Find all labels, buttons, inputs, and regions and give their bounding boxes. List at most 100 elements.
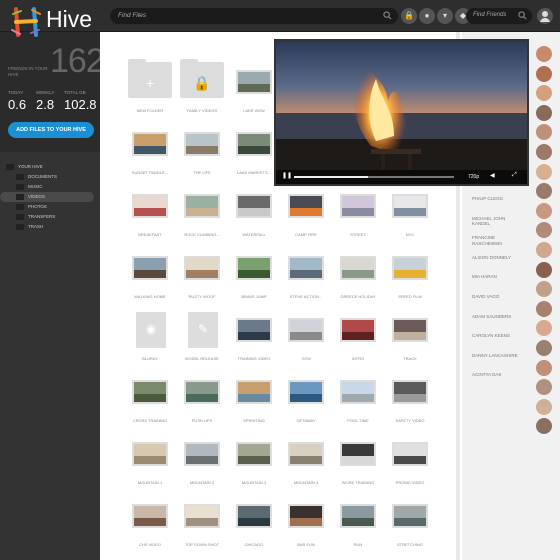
friend-name[interactable]: DANNY LANCASHIRE	[472, 353, 522, 359]
friend-avatar[interactable]	[536, 340, 552, 356]
file-tile[interactable]: 🔒 FAMILY VIDEOS	[176, 59, 228, 116]
friend-name[interactable]: ALISON DONNELY	[472, 255, 522, 261]
file-tile[interactable]: SAFETY VIDEO	[384, 380, 436, 426]
chevron-down-button[interactable]: ▾	[437, 8, 453, 24]
file-tile[interactable]: + NEW FOLDER	[124, 59, 176, 116]
friend-avatar[interactable]	[536, 163, 552, 180]
tree-item[interactable]: TRASH	[0, 222, 100, 232]
file-tile[interactable]: WALKING HOME	[124, 256, 176, 302]
file-tile[interactable]: RUN	[332, 504, 384, 550]
folder-icon	[16, 174, 24, 180]
friend-name[interactable]: ADAM SAUNDERS	[472, 314, 522, 320]
file-label: TOP DOWN SHOT	[184, 542, 220, 547]
video-thumbnail	[236, 318, 272, 342]
file-tile[interactable]: BAR FUN	[280, 504, 332, 550]
file-tile[interactable]: STEVE ACTION...	[280, 256, 332, 302]
file-tile[interactable]: PUSH UPS	[176, 380, 228, 426]
friend-avatar[interactable]	[536, 242, 552, 258]
friend-avatar[interactable]	[536, 104, 552, 121]
eye-button[interactable]: ●	[419, 8, 435, 24]
quality-label[interactable]: 720p	[468, 174, 479, 180]
file-tile[interactable]: GYM	[280, 318, 332, 364]
friend-name[interactable]: FRANCINE RASCHEWSKI	[472, 235, 522, 246]
video-thumbnail	[236, 70, 272, 94]
file-tile[interactable]: BRAVE JUMP	[228, 256, 280, 302]
tree-item[interactable]: PHOTOS	[0, 202, 100, 212]
friend-name[interactable]: DAVID VAGO	[472, 294, 522, 300]
file-label: SAFETY VIDEO	[395, 418, 425, 423]
file-tile[interactable]: MOUNTAIN 1	[124, 442, 176, 488]
stat-value: 102.8	[64, 97, 97, 112]
file-tile[interactable]: STREET	[332, 194, 384, 240]
tree-item[interactable]: VIDEOS	[0, 192, 94, 202]
video-thumbnail	[340, 318, 376, 342]
tree-item[interactable]: YOUR HIVE	[0, 162, 100, 172]
friend-avatar[interactable]	[536, 398, 552, 415]
file-tile[interactable]: RUSTY WOOF	[176, 256, 228, 302]
volume-icon[interactable]: ◀	[490, 172, 495, 179]
friend-name[interactable]: PHILIP CLEGG	[472, 196, 522, 202]
file-tile[interactable]: MOUNTAIN 4	[280, 442, 332, 488]
file-tile[interactable]: GREECE HOLIDAY	[332, 256, 384, 302]
file-tile[interactable]: SPEED FILM	[384, 256, 436, 302]
search-icon[interactable]	[383, 11, 392, 20]
file-tile[interactable]: ◉ BLURAY	[124, 312, 176, 364]
file-tile[interactable]: CHS VIDEO	[124, 504, 176, 550]
add-files-button[interactable]: ADD FILES TO YOUR HIVE	[8, 122, 94, 138]
progress-bar[interactable]	[294, 176, 454, 178]
file-tile[interactable]: GETAWAY	[280, 380, 332, 426]
file-tile[interactable]: CAMP FIRE	[280, 194, 332, 240]
video-thumbnail	[184, 442, 220, 466]
file-tile[interactable]: STRETCHING	[384, 504, 436, 550]
friend-name[interactable]: MIA HARAN	[472, 274, 522, 280]
tree-item[interactable]: MUSIC	[0, 182, 100, 192]
file-tile[interactable]: CHICAGO	[228, 504, 280, 550]
file-tile[interactable]: LAKE MARKETS...	[228, 132, 280, 178]
file-tile[interactable]: ✎ MODEL RELEASE	[176, 312, 228, 364]
file-tile[interactable]: MOUNTAIN 3	[228, 442, 280, 488]
friend-avatar[interactable]	[536, 202, 552, 219]
file-tile[interactable]: SUNSET PADDLE...	[124, 132, 176, 178]
search-icon[interactable]	[518, 11, 527, 20]
tree-item[interactable]: TRANSFERS	[0, 212, 100, 222]
hive-logo-icon	[11, 7, 41, 37]
file-tile[interactable]: TRACK	[384, 318, 436, 364]
file-search-input[interactable]: Find Files	[110, 8, 398, 24]
friend-avatar[interactable]	[536, 359, 552, 376]
user-avatar-button[interactable]	[537, 8, 553, 24]
file-tile[interactable]: BREAKFAST	[124, 194, 176, 240]
file-tile[interactable]: ROCK CLIMBING...	[176, 194, 228, 240]
file-tile[interactable]: NYC	[384, 194, 436, 240]
friend-name[interactable]: MICHAEL JOHN KANDEL	[472, 216, 522, 227]
stat-weekly: WEEKLY 2.8	[36, 90, 54, 112]
file-tile[interactable]: POOL TIME	[332, 380, 384, 426]
file-tile[interactable]: TOP DOWN SHOT	[176, 504, 228, 550]
friend-avatar[interactable]	[536, 300, 552, 317]
friend-avatar[interactable]	[536, 46, 552, 62]
video-player[interactable]: ❚❚ 720p ◀ ⤢	[274, 39, 529, 186]
file-tile[interactable]: SPRINTING	[228, 380, 280, 426]
play-pause-icon[interactable]: ❚❚	[282, 172, 292, 179]
video-thumbnail	[288, 504, 324, 528]
file-tile[interactable]: TRAINING VIDEO	[228, 318, 280, 364]
file-tile[interactable]: LAKE VIEW	[228, 70, 280, 116]
fullscreen-icon[interactable]: ⤢	[512, 172, 517, 179]
file-tile[interactable]: WATERFALL	[228, 194, 280, 240]
tree-item[interactable]: DOCUMENTS	[0, 172, 100, 182]
friend-avatar[interactable]	[536, 261, 552, 278]
friend-name[interactable]: CAROLYN KEENS	[472, 333, 522, 339]
file-tile[interactable]: THE LIFE	[176, 132, 228, 178]
friend-search-input[interactable]: Find Friends	[466, 8, 532, 24]
file-tile[interactable]: PROMO VIDEO	[384, 442, 436, 488]
file-tile[interactable]: CROSS TRAINING	[124, 380, 176, 426]
friend-avatar[interactable]	[536, 144, 552, 160]
file-label: MOUNTAIN 4	[293, 480, 319, 485]
file-tile[interactable]: MOUNTAIN 2	[176, 442, 228, 488]
file-label: MODEL RELEASE	[185, 356, 219, 361]
file-tile[interactable]: WORK TRAINING	[332, 442, 384, 488]
video-thumbnail	[392, 194, 428, 218]
lock-button[interactable]: 🔒	[401, 8, 417, 24]
friend-avatar[interactable]	[536, 65, 552, 82]
friend-name[interactable]: ACINTYA DAS	[472, 372, 522, 378]
file-tile[interactable]: INTRO	[332, 318, 384, 364]
